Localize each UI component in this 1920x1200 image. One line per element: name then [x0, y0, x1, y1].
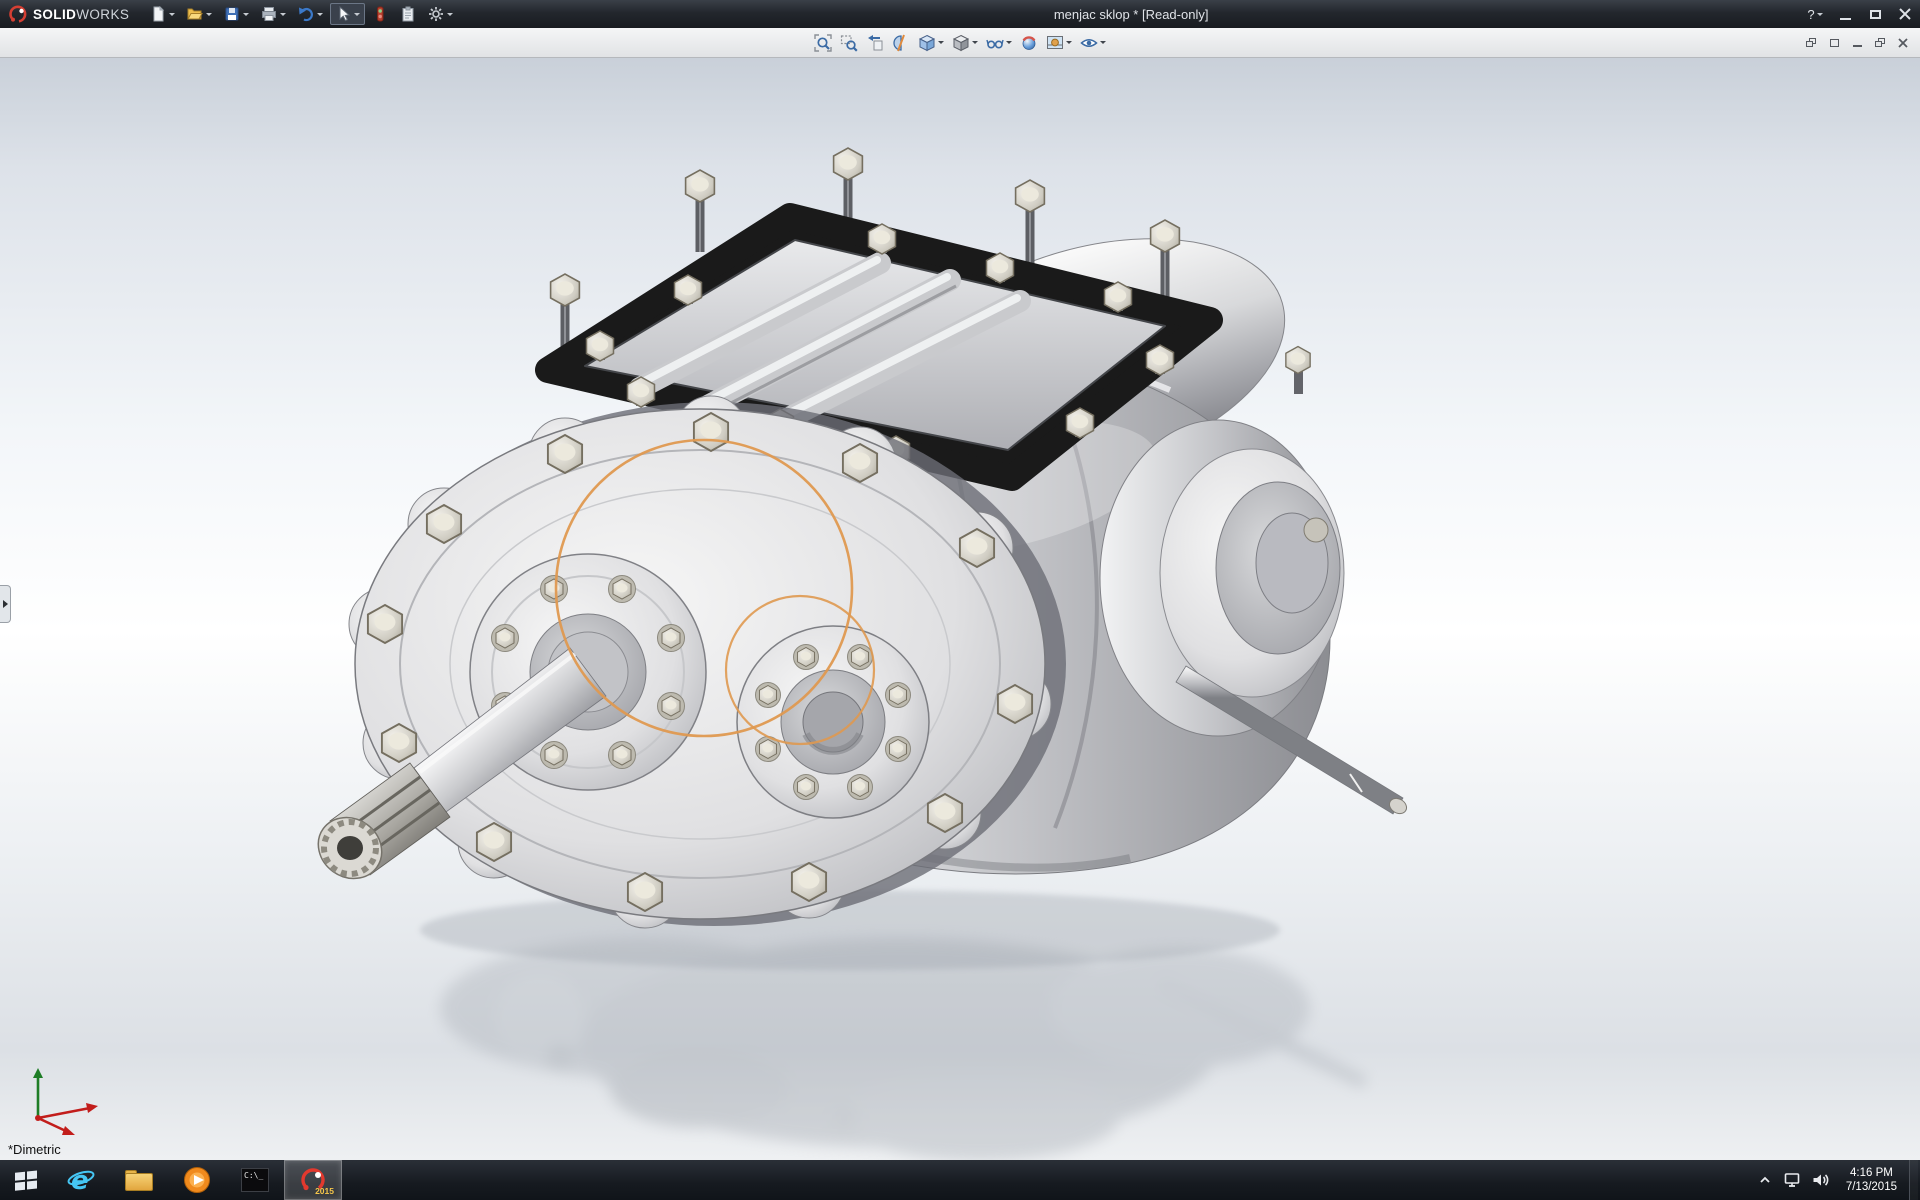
featuremanager-flyout-tab[interactable]: [0, 585, 11, 623]
doc-cascade-button[interactable]: [1800, 33, 1822, 53]
open-button[interactable]: [182, 3, 217, 25]
edit-appearance-icon: [1020, 34, 1038, 52]
previous-view-icon: [866, 34, 884, 52]
doc-restore-button[interactable]: [1869, 33, 1891, 53]
previous-view-button[interactable]: [863, 30, 887, 56]
rebuild-icon: [372, 6, 388, 22]
zoom-to-fit-button[interactable]: [811, 30, 835, 56]
doc-minimize-icon: [1853, 45, 1862, 47]
show-desktop-button[interactable]: [1909, 1160, 1918, 1200]
solidworks-brand: SOLIDWORKS: [0, 0, 141, 28]
options-icon: [428, 6, 444, 22]
internet-explorer-icon: e: [66, 1165, 96, 1195]
undo-icon: [298, 6, 314, 22]
solidworks-version-badge: 2015: [315, 1186, 334, 1196]
file-properties-icon: [400, 6, 416, 22]
network-icon: [1784, 1172, 1802, 1188]
hide-show-items-button[interactable]: [983, 30, 1015, 56]
orientation-triad: [18, 1054, 110, 1138]
taskbar-file-explorer-button[interactable]: [110, 1160, 168, 1200]
minimize-icon: [1840, 18, 1851, 20]
help-icon: ?: [1807, 7, 1814, 22]
show-hidden-icons-icon: [1759, 1175, 1771, 1185]
view-orientation-button[interactable]: [915, 30, 947, 56]
clock-time: 4:16 PM: [1846, 1166, 1897, 1180]
close-icon: [1899, 8, 1911, 20]
select-icon: [335, 6, 351, 22]
main-toolbar: [141, 0, 462, 28]
system-tray: 4:16 PM 7/13/2015: [1752, 1160, 1920, 1200]
section-view-button[interactable]: [889, 30, 913, 56]
collapse-arrow-icon: [3, 600, 12, 608]
window-controls: ?: [1800, 0, 1920, 28]
view-orientation-icon: [918, 34, 936, 52]
hide-show-items-icon: [986, 34, 1004, 52]
model-reflection: [440, 938, 1365, 1160]
view-orientation-label: *Dimetric: [8, 1142, 61, 1157]
display-style-icon: [952, 34, 970, 52]
save-icon: [224, 6, 240, 22]
display-style-button[interactable]: [949, 30, 981, 56]
document-window-controls: [1800, 28, 1914, 57]
help-button[interactable]: ?: [1800, 0, 1830, 28]
minimize-button[interactable]: [1830, 0, 1860, 28]
zoom-to-fit-icon: [814, 34, 832, 52]
doc-minimize-button[interactable]: [1846, 33, 1868, 53]
taskbar-media-player-button[interactable]: [168, 1160, 226, 1200]
clock-date: 7/13/2015: [1846, 1180, 1897, 1194]
command-prompt-icon: C:\_: [241, 1168, 269, 1192]
doc-close-button[interactable]: [1892, 33, 1914, 53]
file-explorer-icon: [125, 1170, 153, 1191]
taskbar-command-prompt-button[interactable]: C:\_: [226, 1160, 284, 1200]
zoom-to-area-icon: [840, 34, 858, 52]
view-settings-button[interactable]: [1077, 30, 1109, 56]
gearbox-model[interactable]: [306, 148, 1409, 928]
start-icon: [13, 1168, 39, 1192]
taskbar-solidworks-button[interactable]: 2015: [284, 1160, 342, 1200]
maximize-icon: [1870, 10, 1881, 19]
maximize-button[interactable]: [1860, 0, 1890, 28]
volume-icon: [1812, 1172, 1830, 1188]
heads-up-toolbar: [811, 30, 1109, 56]
solidworks-window: SOLIDWORKS: [0, 0, 1920, 1200]
undo-button[interactable]: [293, 3, 328, 25]
volume-button[interactable]: [1808, 1160, 1834, 1200]
show-hidden-icons-button[interactable]: [1752, 1160, 1778, 1200]
brand-text: SOLIDWORKS: [33, 7, 129, 22]
section-view-icon: [892, 34, 910, 52]
taskbar: e C:\_ 2015: [0, 1160, 1920, 1200]
start-button[interactable]: [0, 1160, 52, 1200]
document-title: menjac sklop * [Read-only]: [462, 7, 1800, 22]
title-bar: SOLIDWORKS: [0, 0, 1920, 28]
taskbar-clock[interactable]: 4:16 PM 7/13/2015: [1836, 1160, 1907, 1200]
gearbox-3d-model[interactable]: [0, 58, 1920, 1160]
close-button[interactable]: [1890, 0, 1920, 28]
doc-restore-icon: [1875, 38, 1885, 47]
taskbar-internet-explorer-button[interactable]: e: [52, 1160, 110, 1200]
options-button[interactable]: [423, 3, 458, 25]
view-settings-icon: [1080, 34, 1098, 52]
zoom-to-area-button[interactable]: [837, 30, 861, 56]
media-player-icon: [183, 1166, 211, 1194]
doc-cascade-icon: [1806, 38, 1816, 47]
edit-appearance-button[interactable]: [1017, 30, 1041, 56]
apply-scene-icon: [1046, 34, 1064, 52]
select-button[interactable]: [330, 3, 365, 25]
print-icon: [261, 6, 277, 22]
apply-scene-button[interactable]: [1043, 30, 1075, 56]
rebuild-button[interactable]: [367, 3, 393, 25]
new-document-icon: [150, 6, 166, 22]
doc-tile-icon: [1830, 39, 1839, 47]
save-button[interactable]: [219, 3, 254, 25]
network-button[interactable]: [1780, 1160, 1806, 1200]
graphics-viewport[interactable]: *Dimetric: [0, 58, 1920, 1160]
doc-tile-button[interactable]: [1823, 33, 1845, 53]
heads-up-bar: [0, 28, 1920, 58]
new-document-button[interactable]: [145, 3, 180, 25]
print-button[interactable]: [256, 3, 291, 25]
solidworks-logo-icon: [8, 4, 28, 24]
file-properties-button[interactable]: [395, 3, 421, 25]
doc-close-icon: [1898, 38, 1908, 48]
open-icon: [187, 6, 203, 22]
